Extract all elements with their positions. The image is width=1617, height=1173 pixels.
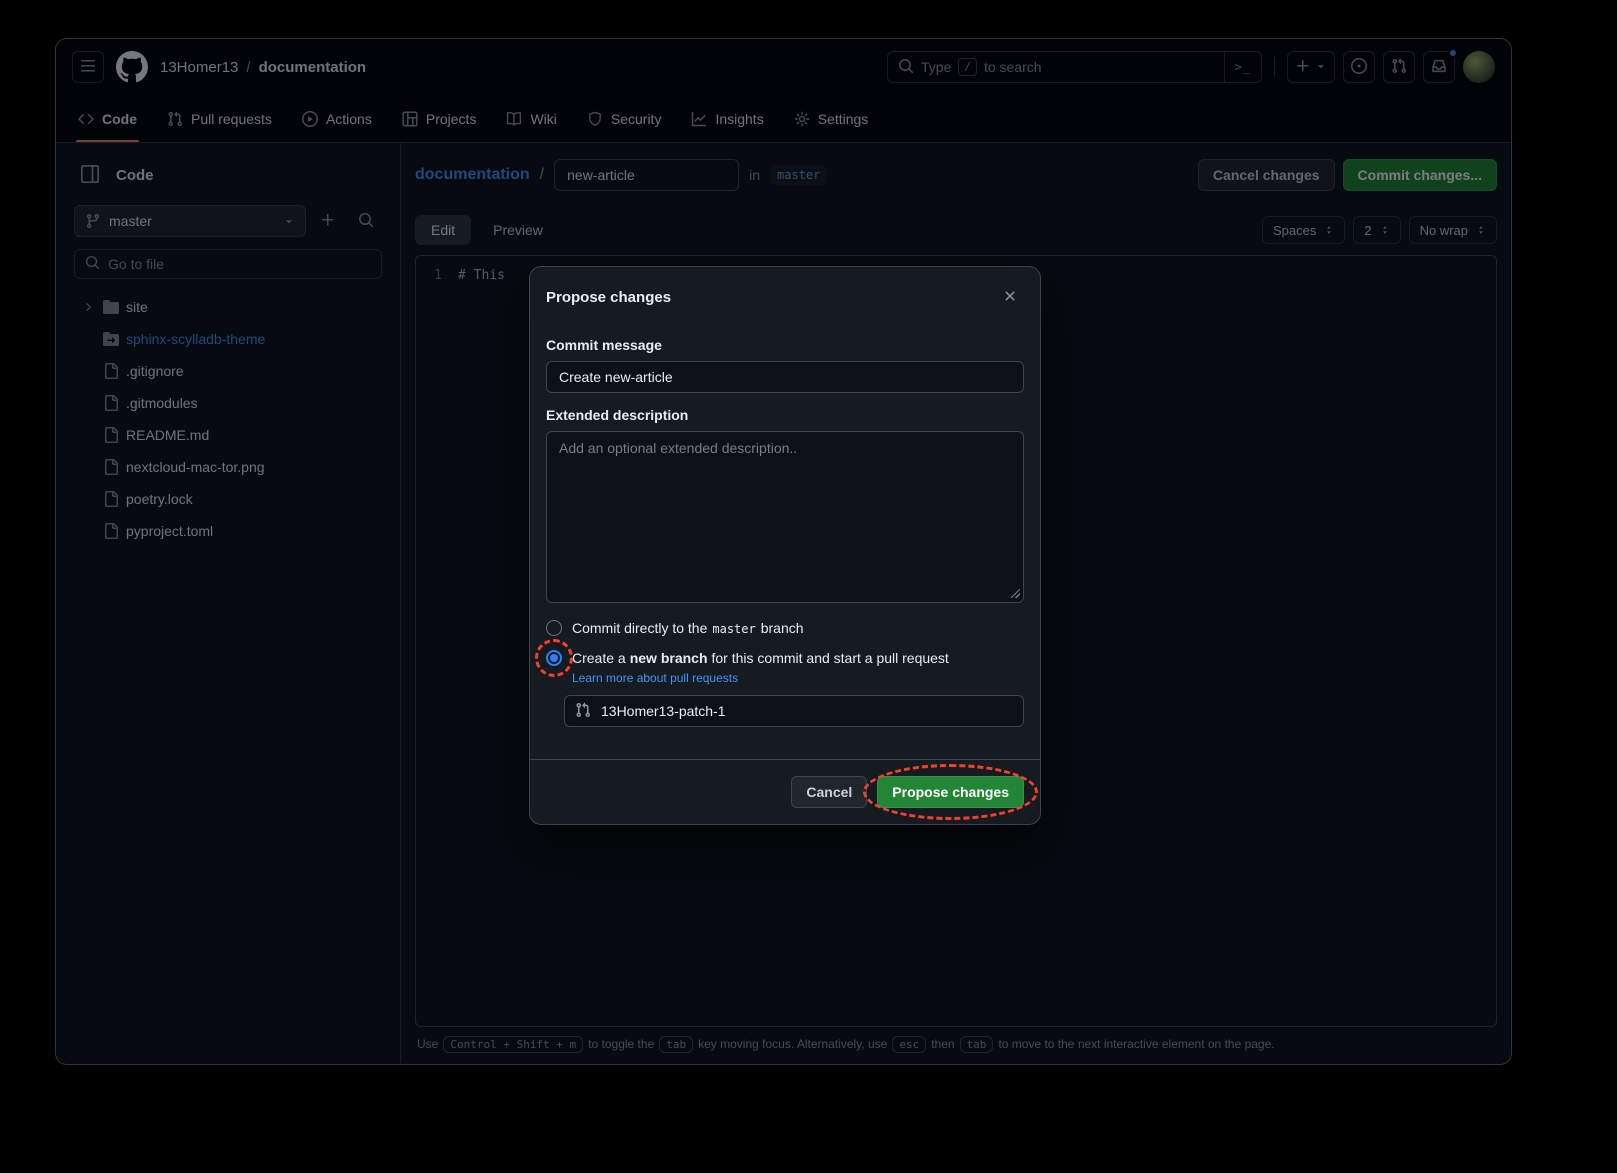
- label-text: branch: [761, 620, 804, 636]
- create-branch-option[interactable]: Create anew branchfor this commit and st…: [546, 650, 1024, 666]
- label-bold: new branch: [630, 650, 708, 666]
- propose-changes-button[interactable]: Propose changes: [877, 776, 1024, 808]
- git-pull-request-icon: [575, 702, 591, 721]
- radio-label: Commit directly to the master branch: [572, 620, 804, 636]
- label-text: for this commit and start a pull request: [712, 650, 949, 666]
- github-window: 13Homer13 / documentation Type / to sear…: [55, 38, 1512, 1065]
- close-dialog-button[interactable]: [996, 283, 1024, 311]
- cancel-button[interactable]: Cancel: [791, 776, 867, 808]
- radio-unchecked[interactable]: [546, 620, 562, 636]
- label-text: Commit directly to the: [572, 620, 707, 636]
- commit-message-label: Commit message: [546, 337, 1024, 353]
- commit-message-input[interactable]: [546, 361, 1024, 393]
- extended-description-label: Extended description: [546, 407, 1024, 423]
- label-text: Create a: [572, 650, 626, 666]
- branch-name-code: master: [712, 622, 755, 636]
- close-icon: [1002, 288, 1018, 307]
- extended-description-textarea[interactable]: [546, 431, 1024, 603]
- new-branch-name-input[interactable]: [564, 695, 1024, 727]
- radio-checked[interactable]: [546, 650, 562, 666]
- propose-changes-dialog: Propose changes Commit message Extended …: [529, 266, 1041, 825]
- branch-name-field[interactable]: [599, 702, 1013, 720]
- learn-more-link[interactable]: Learn more about pull requests: [572, 671, 738, 685]
- radio-label: Create anew branchfor this commit and st…: [572, 650, 949, 666]
- dialog-title: Propose changes: [546, 289, 671, 306]
- commit-directly-option[interactable]: Commit directly to the master branch: [546, 620, 1024, 636]
